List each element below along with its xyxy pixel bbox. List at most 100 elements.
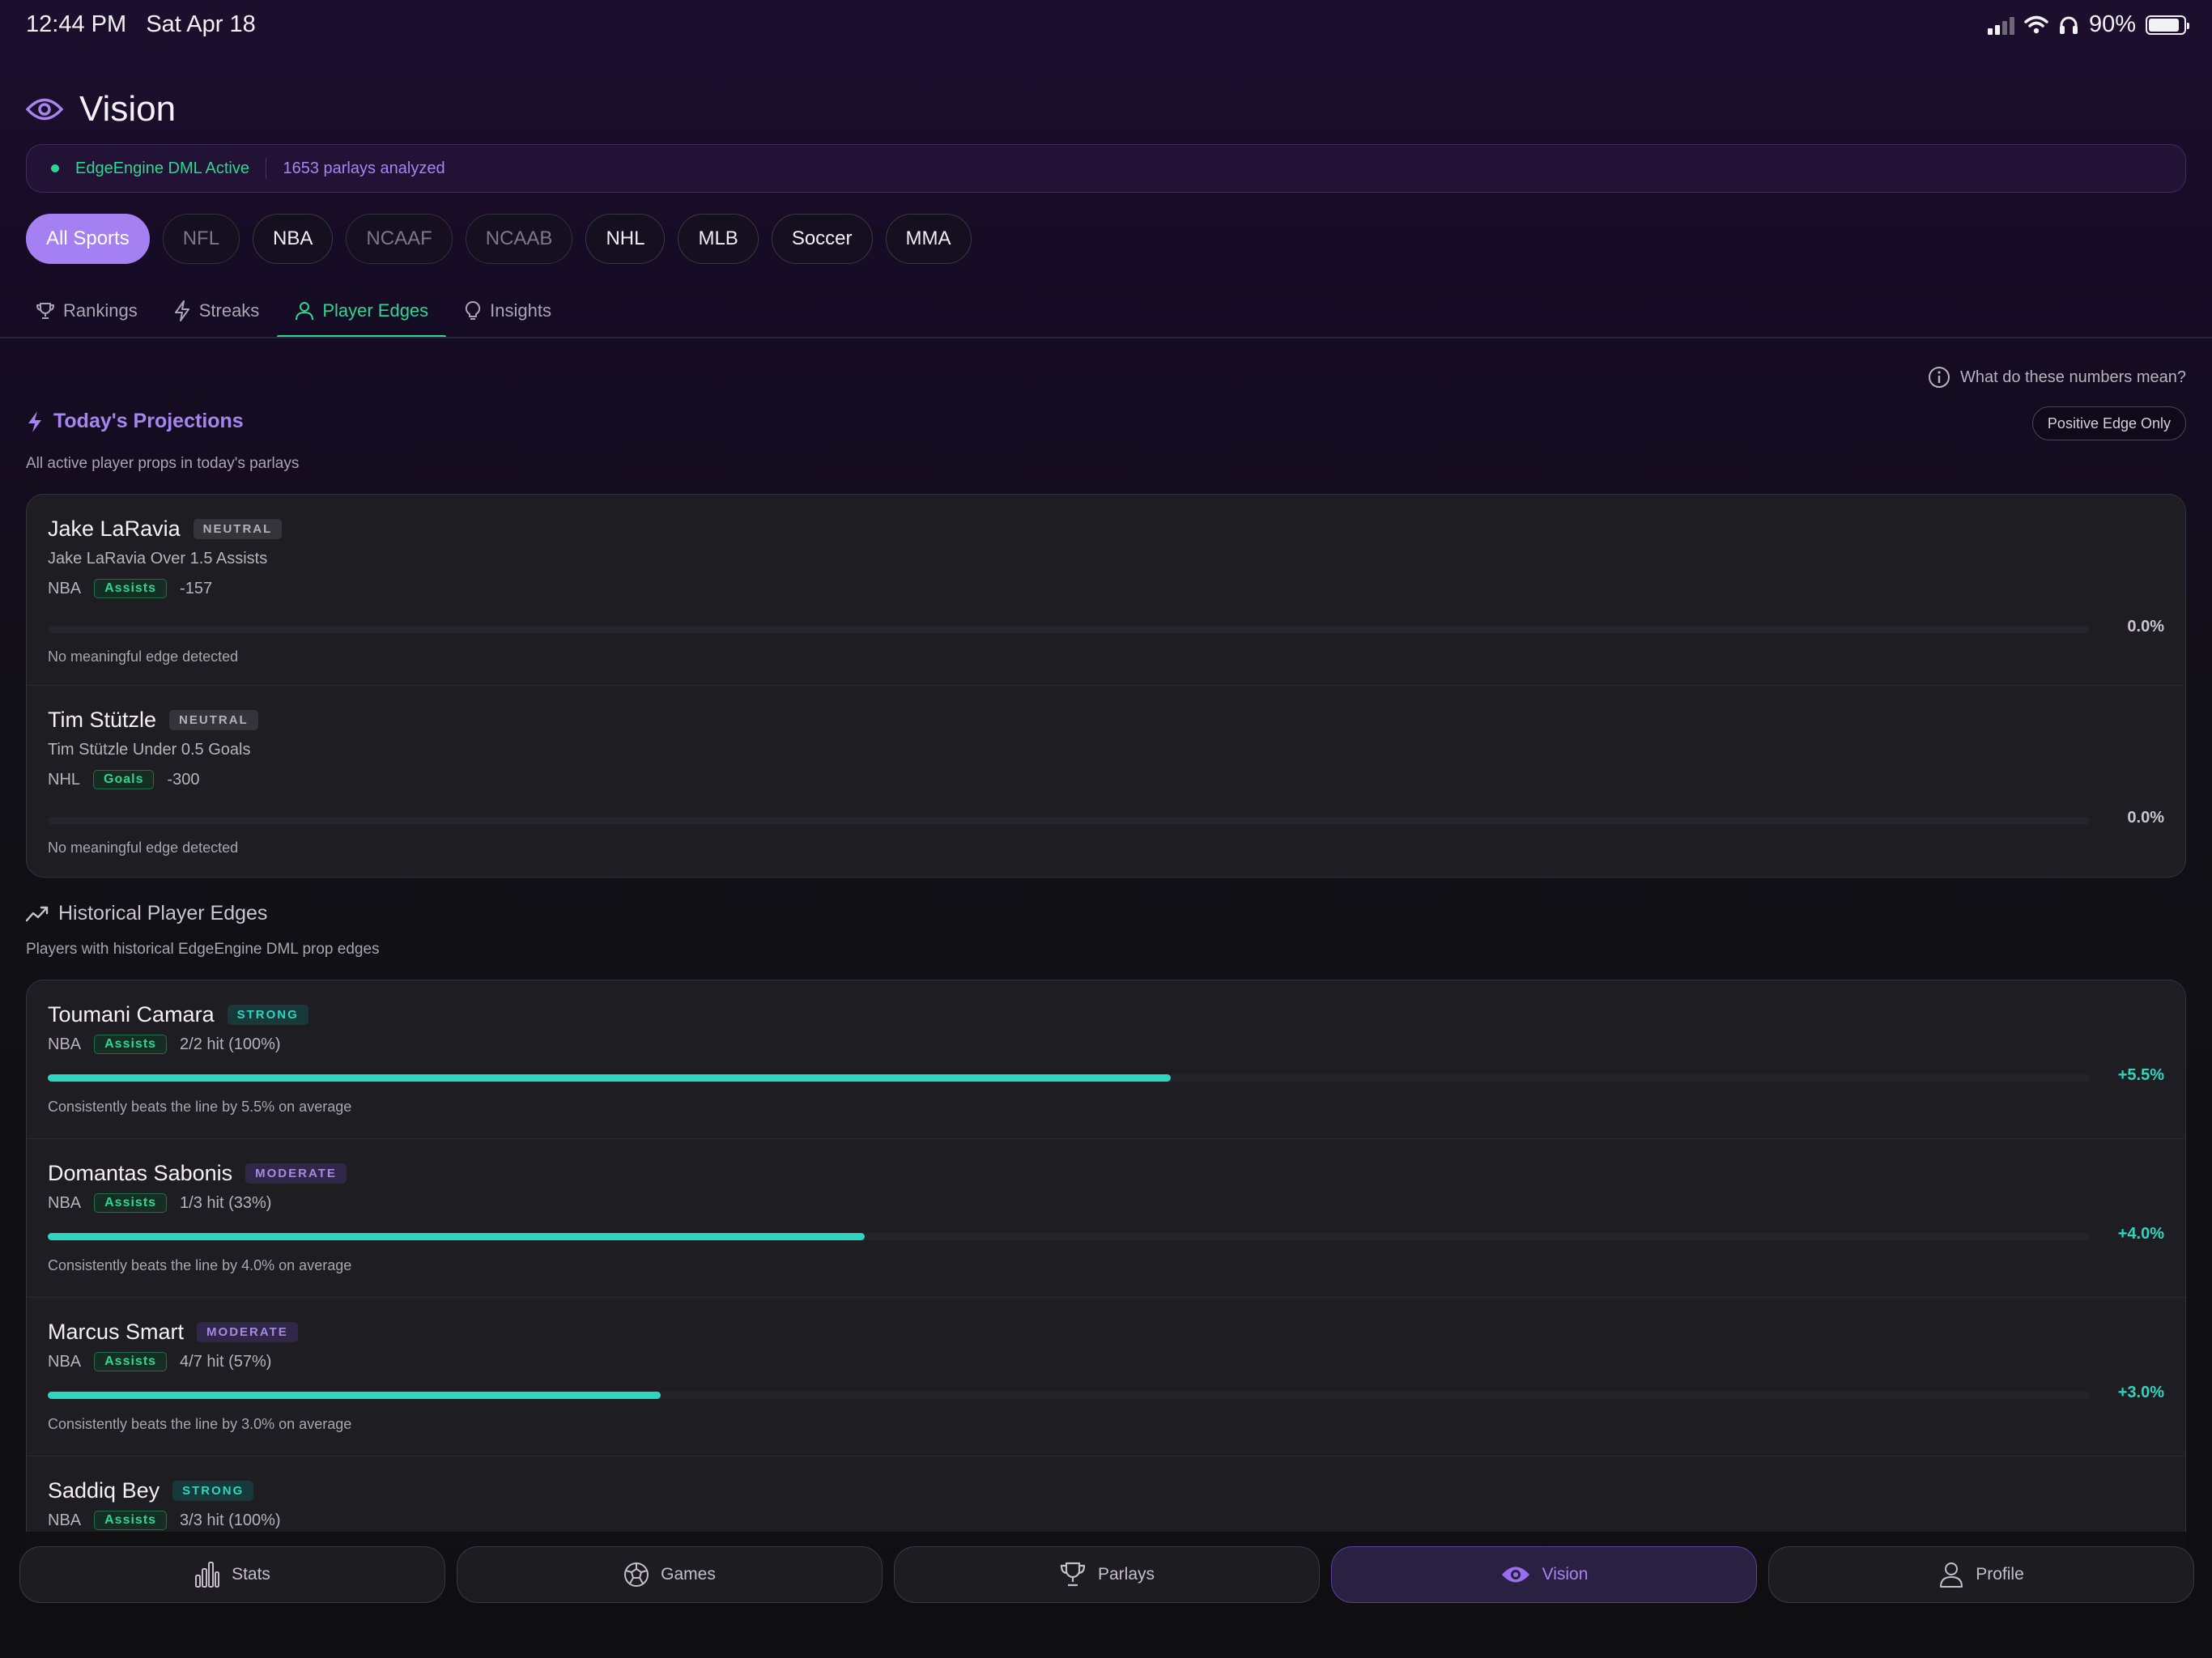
status-bar: 12:44 PM Sat Apr 18 90% [0, 0, 2212, 52]
edge-bar [48, 1392, 2090, 1399]
battery-icon [2146, 15, 2189, 35]
status-icons: 90% [1987, 11, 2189, 38]
edge-value: +4.0% [2117, 1225, 2164, 1243]
edge-note: Consistently beats the line by 5.5% on a… [48, 1099, 352, 1115]
stat-tag: Assists [94, 1035, 168, 1054]
headphones-icon [2059, 16, 2078, 34]
tab-player-edges[interactable]: Player Edges [277, 285, 447, 338]
sport-chip-ncaab[interactable]: NCAAB [465, 214, 573, 264]
todays-projections-header: Today's Projections [26, 410, 244, 433]
nav-label: Parlays [1097, 1565, 1155, 1584]
trophy-icon [1060, 1562, 1086, 1587]
edge-bar [48, 817, 2090, 824]
trophy-icon [36, 303, 54, 319]
sport-chip-all[interactable]: All Sports [26, 214, 150, 264]
clock-date: Sat Apr 18 [146, 11, 256, 37]
stat-tag: Assists [94, 579, 168, 598]
page-header: Vision [26, 89, 176, 130]
stats-icon [195, 1562, 220, 1588]
league-label: NBA [48, 1035, 82, 1053]
clock-time: 12:44 PM [26, 11, 127, 37]
sport-chip-mma[interactable]: MMA [885, 214, 972, 264]
status-time: 12:44 PM Sat Apr 18 [26, 11, 256, 38]
section-title: Today's Projections [53, 410, 244, 432]
eye-icon [26, 98, 63, 121]
info-icon [1928, 367, 1950, 388]
status-badge: NEUTRAL [193, 518, 283, 539]
edge-bar-fill [48, 1074, 1172, 1082]
sport-chip-ncaaf[interactable]: NCAAF [346, 214, 453, 264]
status-badge: NEUTRAL [169, 709, 258, 730]
player-name: Saddiq Bey [48, 1477, 160, 1503]
tab-label: Streaks [198, 300, 260, 321]
positive-edge-toggle[interactable]: Positive Edge Only [2031, 406, 2186, 440]
player-name: Marcus Smart [48, 1319, 185, 1344]
status-dot-icon [51, 164, 59, 172]
tab-rankings[interactable]: Rankings [26, 285, 155, 337]
nav-vision[interactable]: Vision [1331, 1546, 1757, 1603]
nav-parlays[interactable]: Parlays [894, 1546, 1320, 1603]
list-item[interactable]: Domantas Sabonis MODERATE NBA Assists 1/… [27, 1139, 2185, 1298]
player-name: Domantas Sabonis [48, 1160, 233, 1185]
bottom-nav: Stats Games Parlays Vision Profile [0, 1532, 2212, 1658]
tab-label: Player Edges [322, 300, 429, 321]
tab-insights[interactable]: Insights [446, 285, 569, 337]
section-subtitle: All active player props in today's parla… [26, 455, 300, 472]
engine-status-banner: EdgeEngine DML Active 1653 parlays analy… [26, 144, 2186, 193]
section-subtitle: Players with historical EdgeEngine DML p… [26, 941, 380, 958]
edge-bar [48, 1074, 2090, 1082]
eye-icon [1501, 1567, 1529, 1583]
list-item[interactable]: Toumani Camara STRONG NBA Assists 2/2 hi… [27, 980, 2185, 1139]
edge-value: 0.0% [2127, 618, 2164, 636]
hit-rate: 3/3 hit (100%) [180, 1511, 281, 1529]
league-label: NHL [48, 770, 81, 789]
league-label: NBA [48, 1193, 82, 1212]
parlays-count: 1653 parlays analyzed [283, 159, 445, 177]
tab-bar: Rankings Streaks Player Edges Insights [26, 285, 569, 338]
divider [0, 337, 2212, 338]
wifi-icon [2024, 15, 2048, 33]
help-link-label: What do these numbers mean? [1959, 368, 2186, 386]
nav-games[interactable]: Games [457, 1546, 883, 1603]
league-label: NBA [48, 1352, 82, 1371]
edge-bar [48, 626, 2090, 633]
edge-value: +5.5% [2117, 1066, 2164, 1084]
sport-chip-nba[interactable]: NBA [253, 214, 334, 264]
stat-tag: Assists [94, 1193, 168, 1213]
sport-chip-nfl[interactable]: NFL [162, 214, 240, 264]
historical-edges-header: Historical Player Edges [26, 902, 267, 925]
list-item[interactable]: Jake LaRavia NEUTRAL Jake LaRavia Over 1… [27, 495, 2185, 686]
trending-up-icon [26, 906, 49, 921]
sport-chip-mlb[interactable]: MLB [678, 214, 759, 264]
list-item[interactable]: Tim Stützle NEUTRAL Tim Stützle Under 0.… [27, 686, 2185, 877]
prop-description: Tim Stützle Under 0.5 Goals [48, 741, 251, 759]
nav-profile[interactable]: Profile [1768, 1546, 2194, 1603]
tab-label: Rankings [63, 300, 138, 321]
list-item[interactable]: Marcus Smart MODERATE NBA Assists 4/7 hi… [27, 1298, 2185, 1456]
sport-filter-bar: All Sports NFL NBA NCAAF NCAAB NHL MLB S… [26, 214, 972, 264]
edge-value: 0.0% [2127, 809, 2164, 827]
status-badge: MODERATE [197, 1321, 298, 1342]
edge-note: No meaningful edge detected [48, 840, 239, 856]
lightning-icon [174, 300, 189, 321]
nav-stats[interactable]: Stats [19, 1546, 445, 1603]
player-name: Toumani Camara [48, 1001, 215, 1027]
odds-value: -157 [180, 579, 213, 597]
nav-label: Stats [232, 1565, 270, 1584]
prop-description: Jake LaRavia Over 1.5 Assists [48, 550, 268, 568]
person-icon [1940, 1562, 1963, 1588]
edge-bar [48, 1233, 2090, 1240]
league-label: NBA [48, 1511, 82, 1529]
odds-value: -300 [167, 770, 200, 789]
sport-chip-soccer[interactable]: Soccer [771, 214, 873, 264]
stat-tag: Assists [94, 1352, 168, 1371]
numbers-help-link[interactable]: What do these numbers mean? [1928, 366, 2186, 389]
edge-note: Consistently beats the line by 4.0% on a… [48, 1257, 352, 1273]
stat-tag: Goals [93, 770, 155, 789]
sport-chip-nhl[interactable]: NHL [585, 214, 666, 264]
battery-percent: 90% [2088, 11, 2136, 37]
person-icon [296, 302, 314, 321]
tab-streaks[interactable]: Streaks [155, 285, 278, 337]
nav-label: Profile [1976, 1565, 2024, 1584]
hit-rate: 1/3 hit (33%) [180, 1193, 272, 1212]
